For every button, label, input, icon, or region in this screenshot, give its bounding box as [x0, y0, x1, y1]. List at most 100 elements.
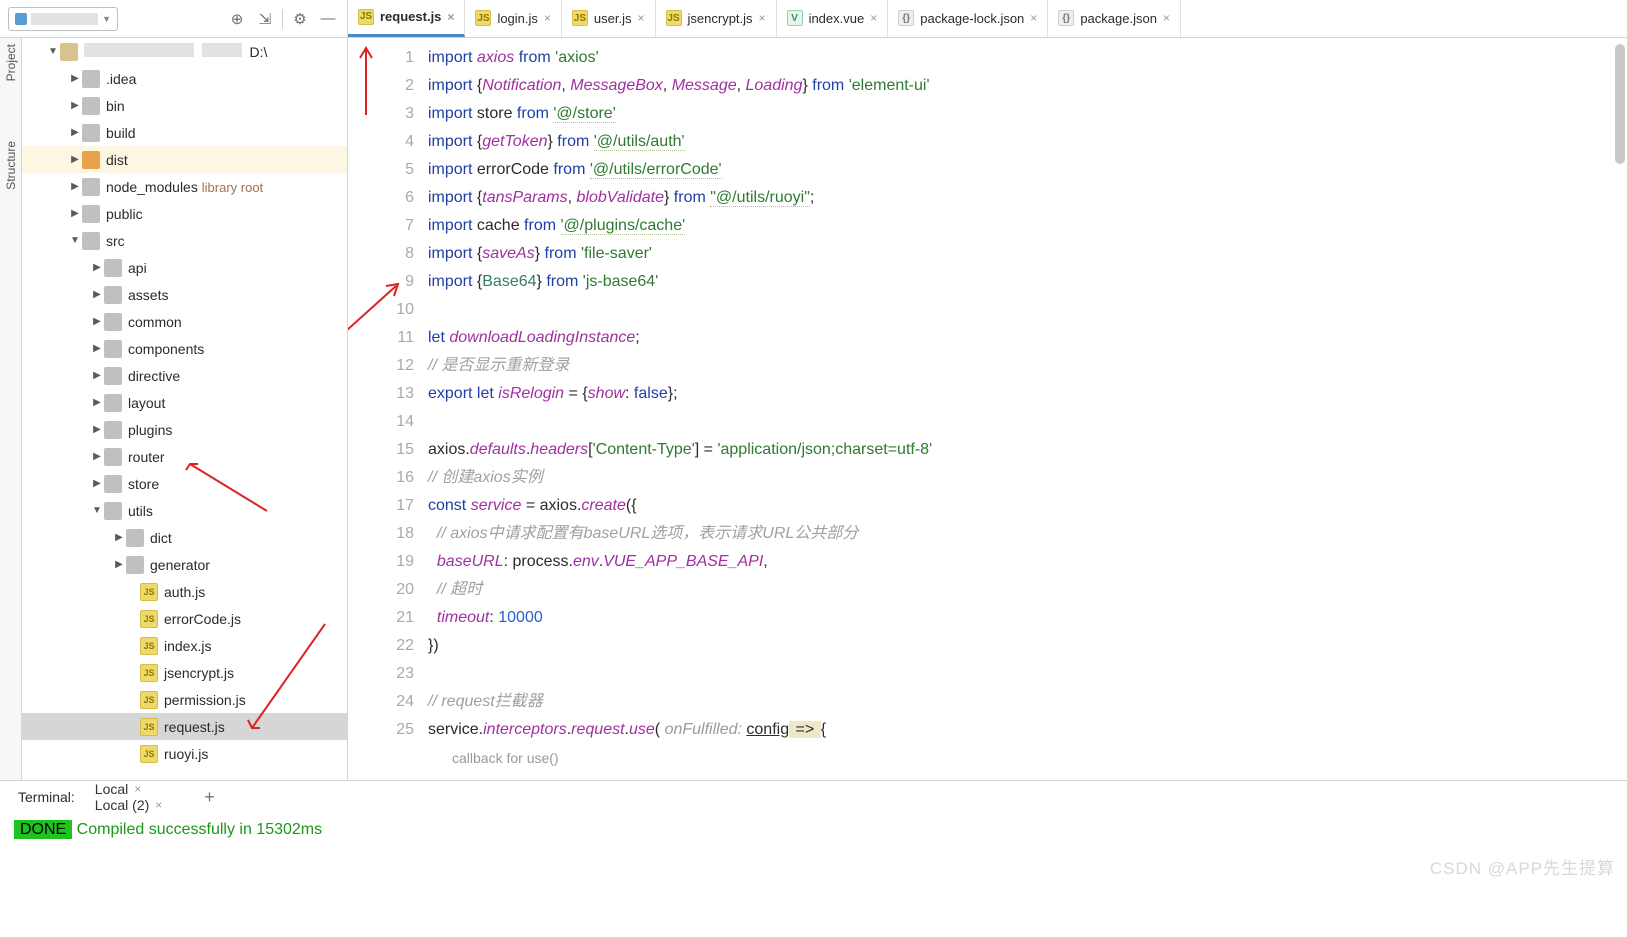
- editor-tab-package-lock-json[interactable]: {}package-lock.json×: [888, 0, 1048, 37]
- folder-src[interactable]: src: [22, 227, 347, 254]
- file-auth[interactable]: JSauth.js: [22, 578, 347, 605]
- add-terminal-button[interactable]: +: [204, 787, 215, 808]
- folder-utils[interactable]: utils: [22, 497, 347, 524]
- file-index[interactable]: JSindex.js: [22, 632, 347, 659]
- folder-layout[interactable]: layout: [22, 389, 347, 416]
- editor-tab-index-vue[interactable]: Vindex.vue×: [777, 0, 889, 37]
- expand-arrow-icon[interactable]: [90, 424, 104, 435]
- folder-icon: [82, 124, 100, 142]
- tree-label: jsencrypt.js: [164, 665, 234, 681]
- expand-arrow-icon[interactable]: [112, 559, 126, 570]
- expand-arrow-icon[interactable]: [90, 343, 104, 354]
- expand-arrow-icon[interactable]: [90, 478, 104, 489]
- tree-label: src: [106, 233, 125, 249]
- expand-arrow-icon[interactable]: [90, 397, 104, 408]
- folder-router[interactable]: router: [22, 443, 347, 470]
- folder-icon: [104, 313, 122, 331]
- expand-arrow-icon[interactable]: [68, 181, 82, 192]
- folder-node-modules[interactable]: node_modules library root: [22, 173, 347, 200]
- terminal-tab[interactable]: Local (2) ×: [95, 797, 162, 813]
- folder-plugins[interactable]: plugins: [22, 416, 347, 443]
- folder-icon: [60, 43, 78, 61]
- close-icon[interactable]: ×: [1030, 11, 1037, 25]
- gear-icon[interactable]: ⚙: [289, 8, 311, 30]
- file-request[interactable]: JSrequest.js: [22, 713, 347, 740]
- target-icon[interactable]: ⊕: [226, 8, 248, 30]
- file-ruoyi[interactable]: JSruoyi.js: [22, 740, 347, 767]
- expand-arrow-icon[interactable]: [68, 73, 82, 84]
- expand-arrow-icon[interactable]: [90, 262, 104, 273]
- folder-api[interactable]: api: [22, 254, 347, 281]
- expand-arrow-icon[interactable]: [90, 316, 104, 327]
- folder-assets[interactable]: assets: [22, 281, 347, 308]
- structure-tool-tab[interactable]: Structure: [4, 141, 18, 190]
- close-icon[interactable]: ×: [134, 782, 141, 796]
- editor-tabs: JSrequest.js×JSlogin.js×JSuser.js×JSjsen…: [348, 0, 1627, 37]
- editor-tab-package-json[interactable]: {}package.json×: [1048, 0, 1181, 37]
- close-icon[interactable]: ×: [638, 11, 645, 25]
- tab-label: package-lock.json: [920, 11, 1024, 26]
- code-editor[interactable]: 1234567891011121314151617181920212223242…: [348, 38, 1627, 780]
- close-icon[interactable]: ×: [155, 798, 162, 812]
- project-view-selector[interactable]: ▼: [8, 7, 118, 31]
- close-icon[interactable]: ×: [447, 10, 454, 24]
- folder-common[interactable]: common: [22, 308, 347, 335]
- expand-arrow-icon[interactable]: [90, 289, 104, 300]
- terminal-output[interactable]: DONE Compiled successfully in 15302ms: [0, 813, 1627, 899]
- close-icon[interactable]: ×: [544, 11, 551, 25]
- js-file-icon: JS: [140, 664, 158, 682]
- editor-tab-jsencrypt-js[interactable]: JSjsencrypt.js×: [656, 0, 777, 37]
- tree-label: public: [106, 206, 143, 222]
- editor-tab-login-js[interactable]: JSlogin.js×: [465, 0, 561, 37]
- expand-icon[interactable]: ⇲: [254, 8, 276, 30]
- tree-label: utils: [128, 503, 153, 519]
- tree-label: node_modules library root: [106, 179, 263, 195]
- folder-store[interactable]: store: [22, 470, 347, 497]
- expand-arrow-icon[interactable]: [68, 154, 82, 165]
- folder-dict[interactable]: dict: [22, 524, 347, 551]
- folder-dist[interactable]: dist: [22, 146, 347, 173]
- file-permission[interactable]: JSpermission.js: [22, 686, 347, 713]
- folder-public[interactable]: public: [22, 200, 347, 227]
- js-file-icon: JS: [572, 10, 588, 26]
- project-root[interactable]: D:\: [22, 38, 347, 65]
- folder-icon: [82, 70, 100, 88]
- project-tree[interactable]: D:\.ideabinbuilddist node_modules library…: [22, 38, 348, 780]
- folder-idea[interactable]: .idea: [22, 65, 347, 92]
- expand-arrow-icon[interactable]: [68, 208, 82, 219]
- expand-arrow-icon[interactable]: [112, 532, 126, 543]
- code-area[interactable]: import axios from 'axios'import {Notific…: [428, 38, 1627, 780]
- file-errorcode[interactable]: JSerrorCode.js: [22, 605, 347, 632]
- folder-generator[interactable]: generator: [22, 551, 347, 578]
- expand-arrow-icon[interactable]: [68, 100, 82, 111]
- expand-arrow-icon[interactable]: [90, 451, 104, 462]
- terminal-tab[interactable]: Local ×: [95, 781, 162, 797]
- folder-components[interactable]: components: [22, 335, 347, 362]
- editor-tab-user-js[interactable]: JSuser.js×: [562, 0, 656, 37]
- tree-label: assets: [128, 287, 168, 303]
- expand-arrow-icon[interactable]: [90, 505, 104, 516]
- folder-build[interactable]: build: [22, 119, 347, 146]
- file-jsencrypt[interactable]: JS jsencrypt.js: [22, 659, 347, 686]
- project-toolbar: ▼ ⊕ ⇲ ⚙ —: [0, 0, 348, 37]
- project-tool-tab[interactable]: Project: [4, 44, 18, 81]
- folder-bin[interactable]: bin: [22, 92, 347, 119]
- json-file-icon: {}: [1058, 10, 1074, 26]
- vertical-scrollbar[interactable]: [1615, 44, 1625, 164]
- expand-arrow-icon[interactable]: [46, 46, 60, 57]
- folder-icon: [82, 205, 100, 223]
- tree-label: dict: [150, 530, 172, 546]
- expand-arrow-icon[interactable]: [90, 370, 104, 381]
- module-icon: [15, 13, 27, 25]
- tool-window-strip: Project Structure: [0, 38, 22, 780]
- editor-tab-request-js[interactable]: JSrequest.js×: [348, 0, 465, 37]
- close-icon[interactable]: ×: [759, 11, 766, 25]
- expand-arrow-icon[interactable]: [68, 127, 82, 138]
- folder-directive[interactable]: directive: [22, 362, 347, 389]
- collapse-icon[interactable]: —: [317, 8, 339, 30]
- tree-label: request.js: [164, 719, 225, 735]
- close-icon[interactable]: ×: [1163, 11, 1170, 25]
- gutter: 1234567891011121314151617181920212223242…: [348, 38, 428, 780]
- close-icon[interactable]: ×: [870, 11, 877, 25]
- expand-arrow-icon[interactable]: [68, 235, 82, 246]
